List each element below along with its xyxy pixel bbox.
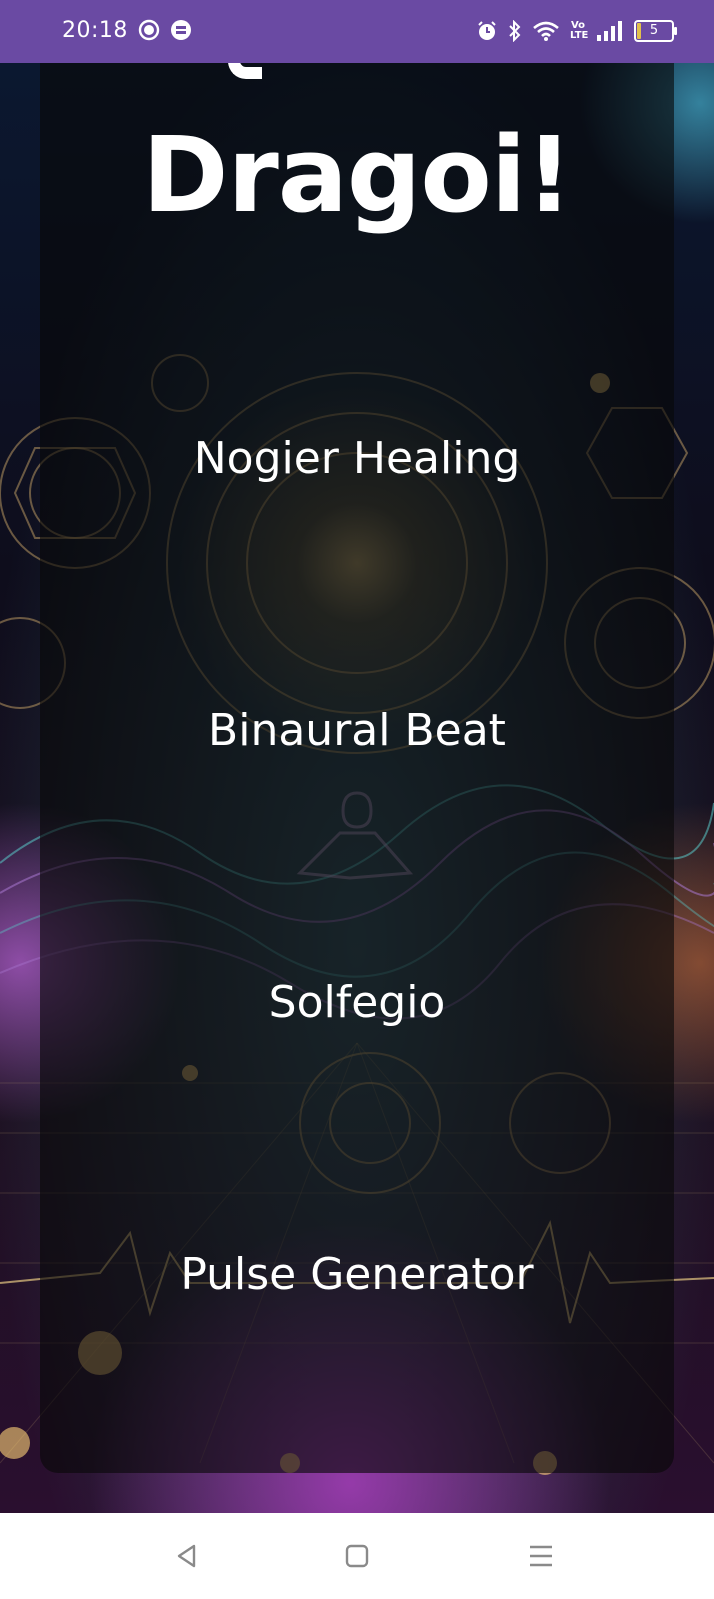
binaural-beat-button[interactable]: Binaural Beat [40, 690, 674, 770]
navigation-bar [0, 1513, 714, 1599]
home-icon[interactable] [334, 1533, 380, 1579]
status-time: 20:18 [62, 18, 128, 43]
volte-icon: Vo LTE [570, 20, 589, 41]
battery-level: 5 [649, 23, 659, 38]
nogier-healing-button[interactable]: Nogier Healing [40, 418, 674, 498]
title-overflow-glyph [40, 63, 674, 79]
app-notification-icon [170, 19, 192, 41]
pulse-generator-button[interactable]: Pulse Generator [40, 1234, 674, 1314]
back-icon[interactable] [164, 1533, 210, 1579]
face-notification-icon [138, 19, 160, 41]
battery-icon: 5 [634, 20, 677, 42]
bluetooth-icon [508, 20, 522, 42]
menu-icon[interactable] [518, 1533, 564, 1579]
alarm-icon [476, 20, 498, 42]
status-bar: 20:18 Vo LTE 5 [0, 0, 714, 63]
page-title: Dragoi! [142, 114, 573, 236]
solfegio-button[interactable]: Solfegio [40, 962, 674, 1042]
signal-icon [596, 21, 624, 41]
wifi-icon [532, 20, 560, 42]
